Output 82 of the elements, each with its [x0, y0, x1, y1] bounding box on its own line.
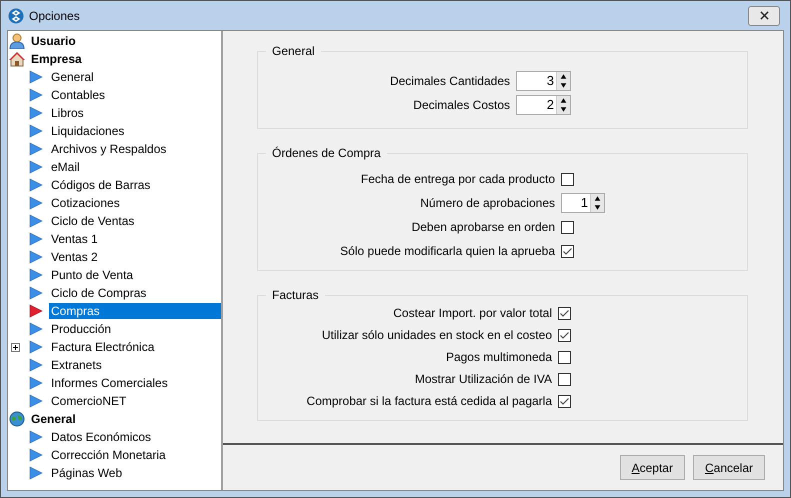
field-label: Mostrar Utilización de IVA: [414, 372, 553, 386]
arrow-icon: [29, 358, 43, 372]
arrow-icon: [29, 88, 43, 102]
arrow-icon: [29, 376, 43, 390]
arrow-icon: [29, 196, 43, 210]
arrow-icon: [29, 250, 43, 264]
tree-item[interactable]: Ventas 2: [49, 249, 100, 265]
tree-item[interactable]: Cotizaciones: [49, 195, 122, 211]
tree-item[interactable]: General: [49, 69, 96, 85]
arrow-icon: [29, 214, 43, 228]
tree-item[interactable]: Punto de Venta: [49, 267, 136, 283]
tree-item[interactable]: Usuario: [8, 32, 221, 50]
tree-item[interactable]: Ciclo de Ventas: [49, 213, 136, 229]
field-label: Deben aprobarse en orden: [410, 220, 556, 234]
group-title: General: [271, 44, 316, 58]
close-icon: [760, 11, 768, 20]
tree-item[interactable]: Compras: [49, 303, 221, 319]
tree-item[interactable]: eMail: [49, 159, 82, 175]
checkbox[interactable]: [558, 306, 571, 320]
field-label: Fecha de entrega por cada producto: [360, 172, 556, 186]
arrow-icon: [29, 70, 43, 84]
tree-item[interactable]: Ventas 1: [49, 231, 100, 247]
field-label: Costear Import. por valor total: [392, 306, 553, 320]
group-title: Facturas: [271, 288, 320, 302]
globe-icon: [9, 411, 25, 427]
tree-item[interactable]: ComercioNET: [49, 393, 128, 409]
tree-item[interactable]: Liquidaciones: [49, 123, 126, 139]
tree-item[interactable]: Archivos y Respaldos: [49, 141, 168, 157]
tree-item[interactable]: General: [8, 410, 221, 428]
user-icon: [9, 33, 25, 49]
close-button[interactable]: [748, 6, 780, 26]
checkbox[interactable]: [561, 172, 574, 186]
tree-item[interactable]: Códigos de Barras: [49, 177, 152, 193]
arrow-icon: [29, 286, 43, 300]
arrow-icon: [29, 178, 43, 192]
arrow-icon: [29, 142, 43, 156]
tree-item[interactable]: Contables: [49, 87, 108, 103]
field-label: Pagos multimoneda: [444, 350, 553, 364]
checkbox[interactable]: [561, 244, 574, 258]
field-label: Sólo puede modificarla quien la aprueba: [339, 244, 556, 258]
arrow-icon: [29, 106, 43, 120]
arrow-icon: [29, 124, 43, 138]
dialog-button[interactable]: Aceptar: [620, 455, 685, 480]
house-icon: [9, 51, 25, 67]
arrow-icon: [29, 268, 43, 282]
tree-item[interactable]: Informes Comerciales: [49, 375, 170, 391]
tree-item[interactable]: Producción: [49, 321, 114, 337]
arrow-icon: [29, 322, 43, 336]
arrow-icon: [29, 430, 43, 444]
number-spinner[interactable]: 3: [516, 71, 571, 91]
arrow-icon: [29, 160, 43, 174]
tree-item[interactable]: Páginas Web: [49, 465, 124, 481]
tree-item[interactable]: Libros: [49, 105, 86, 121]
checkbox[interactable]: [558, 350, 571, 364]
expand-icon[interactable]: [11, 342, 20, 352]
tree-item[interactable]: Extranets: [49, 357, 104, 373]
checkbox[interactable]: [558, 328, 571, 342]
group-title: Órdenes de Compra: [271, 146, 382, 160]
field-label: Comprobar si la factura está cedida al pagarla: [306, 394, 553, 408]
arrow-icon: [29, 466, 43, 480]
arrow-icon: [29, 340, 43, 354]
tree-item[interactable]: Factura Electrónica: [49, 339, 156, 355]
checkbox[interactable]: [558, 372, 571, 386]
dialog-button[interactable]: Cancelar: [692, 455, 765, 480]
arrow-icon: [29, 304, 43, 318]
field-label: Utilizar sólo unidades en stock en el costeo: [320, 328, 553, 342]
field-label: Número de aprobaciones: [419, 196, 556, 210]
tree-item[interactable]: Datos Económicos: [49, 429, 154, 445]
arrow-icon: [29, 232, 43, 246]
checkbox[interactable]: [558, 394, 571, 408]
window-title: Opciones: [29, 8, 81, 22]
arrow-icon: [29, 448, 43, 462]
tree-item[interactable]: Ciclo de Compras: [49, 285, 148, 301]
number-spinner[interactable]: 2: [516, 95, 571, 115]
number-spinner[interactable]: 1: [561, 193, 605, 213]
app-logo-icon: [8, 8, 24, 24]
field-label: Decimales Costos: [412, 98, 511, 112]
tree-item[interactable]: Empresa: [8, 50, 221, 68]
checkbox[interactable]: [561, 220, 574, 234]
arrow-icon: [29, 394, 43, 408]
field-label: Decimales Cantidades: [388, 74, 511, 88]
tree-item[interactable]: Corrección Monetaria: [49, 447, 168, 463]
